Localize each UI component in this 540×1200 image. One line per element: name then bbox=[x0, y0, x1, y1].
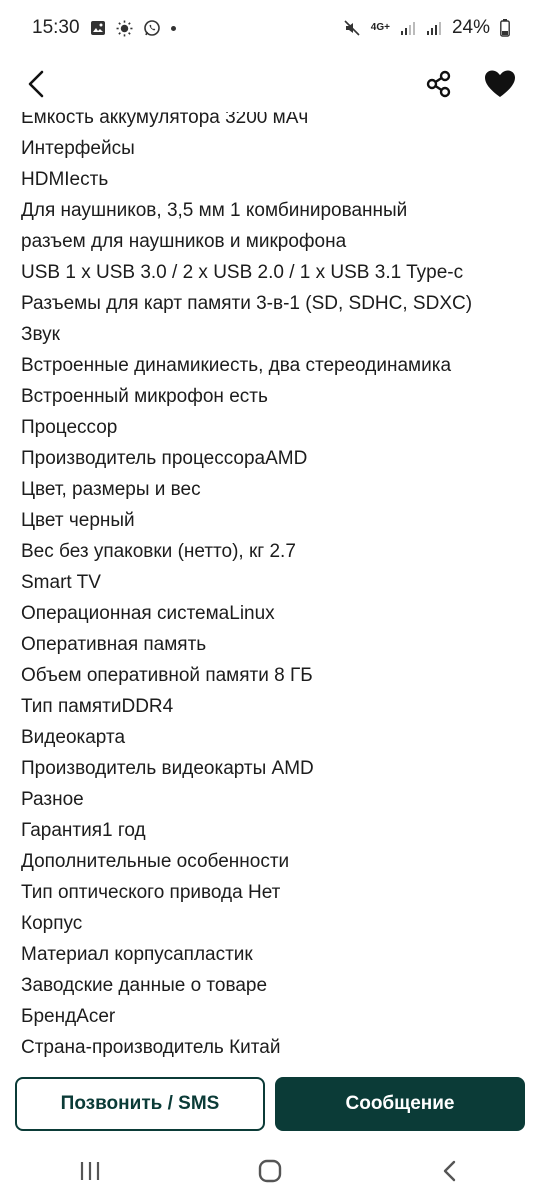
system-nav-bar bbox=[0, 1142, 540, 1200]
spec-list: Ёмкость аккумулятора 3200 мАч Интерфейсы H… bbox=[0, 103, 540, 1063]
spec-line: Встроенный микрофон есть bbox=[21, 386, 268, 407]
spec-line: Разное bbox=[21, 789, 84, 810]
chevron-left-icon bbox=[28, 70, 44, 98]
spec-line: Встроенные динамикиесть, два стереодинам… bbox=[21, 355, 452, 376]
heart-icon bbox=[485, 70, 515, 97]
spec-line: USB 1 x USB 3.0 / 2 x USB 2.0 / 1 x USB … bbox=[21, 262, 464, 283]
signal-2-icon bbox=[426, 20, 442, 36]
spec-line: Производитель видеокарты AMD bbox=[21, 758, 314, 779]
spec-line: Интерфейсы bbox=[21, 138, 135, 159]
spec-line: Тип памятиDDR4 bbox=[21, 696, 174, 717]
network-type: 4G+ bbox=[370, 22, 390, 33]
gallery-icon bbox=[90, 20, 106, 36]
favorite-button[interactable] bbox=[484, 69, 516, 99]
battery-percent: 24% bbox=[451, 17, 490, 38]
spec-line: Производитель процессораAMD bbox=[21, 448, 308, 469]
spec-line: Разъемы для карт памяти 3-в-1 (SD, SDHC,… bbox=[21, 293, 473, 314]
spec-line: Гарантия1 год bbox=[21, 820, 146, 841]
spec-line: Процессор bbox=[21, 417, 118, 438]
bottom-action-bar: Позвонить / SMS Сообщение bbox=[0, 1066, 540, 1142]
recent-apps-button[interactable] bbox=[60, 1151, 120, 1191]
status-left: 15:30 bbox=[32, 17, 176, 39]
app-actions bbox=[424, 69, 516, 99]
status-bar: 15:30 4G+ 24% bbox=[0, 0, 540, 56]
spec-line: разъем для наушников и микрофона bbox=[21, 231, 347, 252]
spec-line: Для наушников, 3,5 мм 1 комбинированный bbox=[21, 200, 408, 221]
spec-content: Ёмкость аккумулятора 3200 мАч Интерфейсы H… bbox=[0, 103, 540, 1066]
spec-line: Видеокарта bbox=[21, 727, 126, 748]
spec-line: Операционная системаLinux bbox=[21, 603, 275, 624]
mute-icon bbox=[343, 19, 361, 37]
share-icon bbox=[426, 70, 451, 98]
spec-line: Материал корпусапластик bbox=[21, 944, 253, 965]
status-right: 4G+ 24% bbox=[343, 17, 510, 39]
spec-line: Дополнительные особенности bbox=[21, 851, 290, 872]
recent-apps-icon bbox=[80, 1162, 100, 1180]
home-icon bbox=[258, 1159, 282, 1183]
back-arrow-icon bbox=[443, 1160, 456, 1182]
spec-line: Корпус bbox=[21, 913, 83, 934]
spec-line: Smart TV bbox=[21, 572, 101, 593]
message-button[interactable]: Сообщение bbox=[275, 1077, 525, 1131]
spec-line: Вес без упаковки (нетто), кг 2.7 bbox=[21, 541, 296, 562]
whatsapp-icon bbox=[143, 19, 161, 37]
spec-line: Звук bbox=[21, 324, 60, 345]
brightness-icon bbox=[116, 20, 133, 37]
spec-line: Цвет, размеры и вес bbox=[21, 479, 201, 500]
status-time: 15:30 bbox=[32, 17, 80, 38]
battery-icon bbox=[500, 19, 510, 37]
call-sms-button[interactable]: Позвонить / SMS bbox=[15, 1077, 265, 1131]
spec-line: Объем оперативной памяти 8 ГБ bbox=[21, 665, 313, 686]
share-button[interactable] bbox=[424, 69, 454, 99]
spec-line: Страна-производитель Китай bbox=[21, 1037, 281, 1058]
spec-line: Заводские данные о товаре bbox=[21, 975, 268, 996]
spec-line: Тип оптического привода Нет bbox=[21, 882, 281, 903]
top-app-bar bbox=[0, 56, 540, 112]
signal-icon bbox=[400, 20, 416, 36]
notification-dot-icon bbox=[170, 25, 176, 31]
spec-line: Цвет черный bbox=[21, 510, 135, 531]
back-button[interactable] bbox=[22, 69, 52, 99]
spec-line: HDMIесть bbox=[21, 169, 109, 190]
spec-line: БрендAcer bbox=[21, 1006, 116, 1027]
spec-line: Оперативная память bbox=[21, 634, 207, 655]
system-back-button[interactable] bbox=[420, 1151, 480, 1191]
home-button[interactable] bbox=[240, 1151, 300, 1191]
